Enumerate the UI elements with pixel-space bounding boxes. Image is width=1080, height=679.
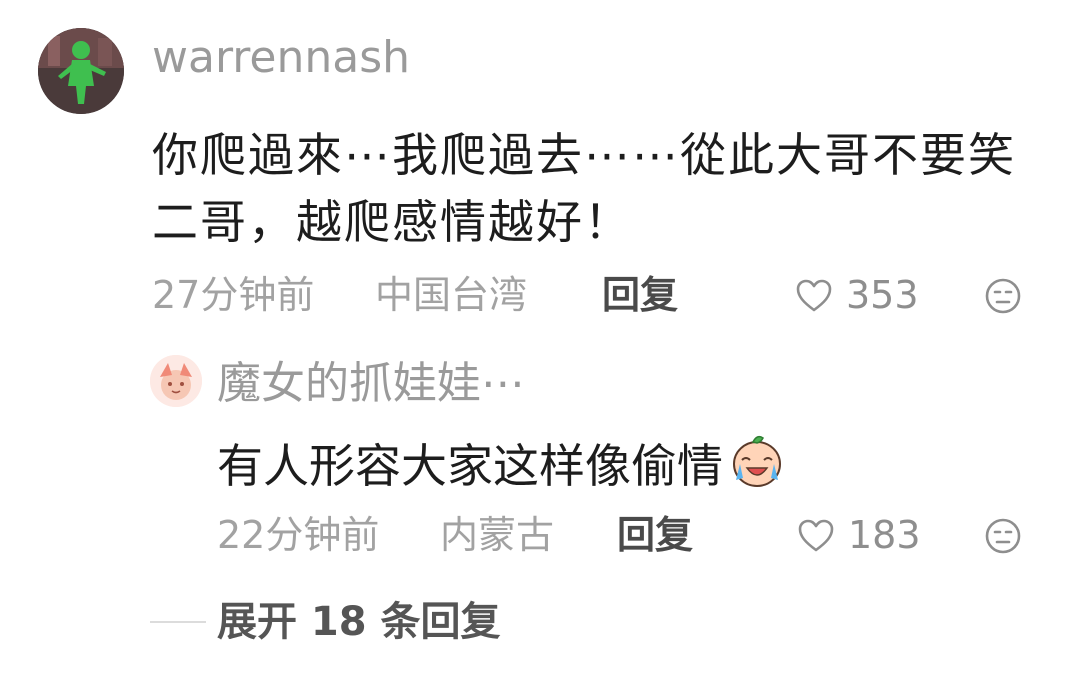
comment-location: 中国台湾 bbox=[375, 273, 528, 317]
comment-like-count: 353 bbox=[846, 273, 919, 317]
heart-icon bbox=[798, 519, 834, 552]
neutral-face-icon bbox=[985, 278, 1021, 314]
comment-text: 你爬過來⋯我爬過去⋯⋯從此大哥不要笑二哥，越爬感情越好！ bbox=[152, 128, 1016, 249]
neutral-face-icon bbox=[985, 518, 1021, 554]
comment-time: 27分钟前 bbox=[152, 273, 315, 317]
reply-like-button[interactable] bbox=[797, 518, 835, 554]
avatar-image bbox=[150, 355, 202, 407]
expand-replies-button[interactable]: 展开 18 条回复 bbox=[217, 598, 501, 646]
avatar-image bbox=[38, 28, 124, 114]
reply-reaction-button[interactable] bbox=[984, 517, 1022, 555]
reply-reply-button[interactable]: 回复 bbox=[617, 516, 693, 554]
heart-icon bbox=[796, 279, 832, 312]
expand-divider bbox=[150, 621, 206, 623]
reply-text: 有人形容大家这样像偷情 bbox=[217, 439, 723, 493]
reply-text-row: 有人形容大家这样像偷情 bbox=[217, 430, 787, 497]
user-avatar[interactable] bbox=[38, 28, 124, 114]
comment-reaction-button[interactable] bbox=[984, 277, 1022, 315]
reply-time: 22分钟前 bbox=[217, 513, 380, 557]
crying-laughing-emoji bbox=[727, 430, 787, 490]
reply-username[interactable]: 魔女的抓娃娃⋯ bbox=[217, 358, 525, 411]
comment-reply-button[interactable]: 回复 bbox=[602, 276, 678, 314]
reply-like-count: 183 bbox=[848, 513, 921, 557]
reply-location: 内蒙古 bbox=[440, 513, 555, 557]
comment-username[interactable]: warrennash bbox=[152, 32, 410, 85]
reply-user-avatar[interactable] bbox=[150, 355, 202, 407]
comment-like-button[interactable] bbox=[795, 278, 833, 314]
